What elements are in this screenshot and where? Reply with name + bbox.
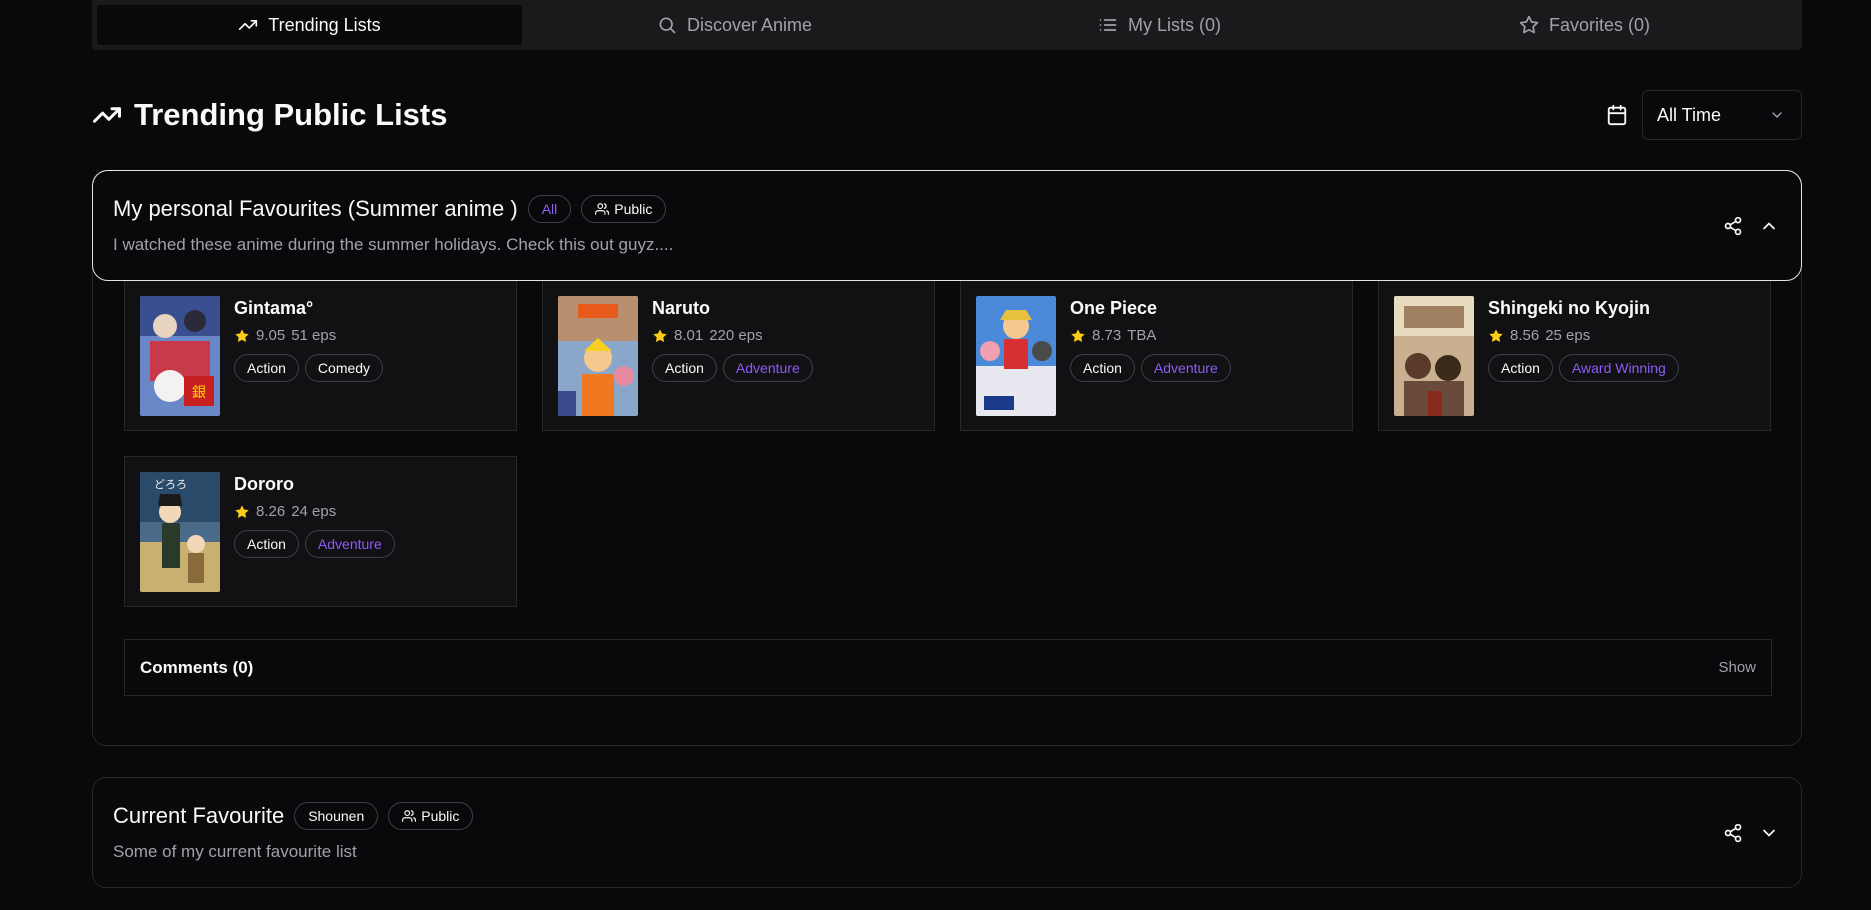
comments-label: Comments (0) <box>140 657 254 677</box>
share-icon[interactable] <box>1723 823 1743 843</box>
users-icon <box>402 810 417 822</box>
tab-discover-anime[interactable]: Discover Anime <box>522 5 947 45</box>
share-icon[interactable] <box>1723 216 1743 236</box>
anime-episodes: 51 eps <box>291 327 337 344</box>
visibility-badge: Public <box>581 195 667 223</box>
genre-tag: Adventure <box>304 530 395 558</box>
time-filter-select[interactable]: All Time <box>1642 90 1802 140</box>
list-description: I watched these anime during the summer … <box>113 235 674 254</box>
time-filter-value: All Time <box>1657 104 1722 125</box>
anime-episodes: 24 eps <box>291 503 337 520</box>
time-filter: All Time <box>1606 90 1802 140</box>
dororo-poster: どろろ <box>140 472 220 592</box>
category-badge: All <box>527 195 572 223</box>
svg-text:どろろ: どろろ <box>154 478 187 491</box>
genre-tag: Action <box>1488 354 1553 382</box>
anime-card-naruto[interactable]: Naruto 8.01 220 eps Action Adventure <box>542 281 935 431</box>
svg-text:銀: 銀 <box>192 385 206 401</box>
naruto-poster <box>558 296 638 416</box>
list-description: Some of my current favourite list <box>113 842 357 861</box>
tab-trending-lists[interactable]: Trending Lists <box>97 5 522 45</box>
star-icon <box>235 504 249 518</box>
page-header: Trending Public Lists All Time <box>92 90 1802 140</box>
chevron-down-icon[interactable] <box>1759 823 1779 843</box>
page-title-text: Trending Public Lists <box>134 97 448 132</box>
anime-score: 8.01 <box>674 327 704 344</box>
app-container: Trending Lists Discover Anime My Lists (… <box>92 0 1802 888</box>
list-title: Current Favourite <box>113 803 285 828</box>
anime-score: 8.56 <box>1510 327 1540 344</box>
tab-label: My Lists (0) <box>1127 14 1221 35</box>
comments-show-button[interactable]: Show <box>1718 659 1756 676</box>
anime-card-gintama[interactable]: 銀 Gintama° 9.05 51 eps Action Comedy <box>124 281 517 431</box>
comments-section: Comments (0) Show <box>124 639 1772 696</box>
anime-title: One Piece <box>1070 298 1158 318</box>
list-title: My personal Favourites (Summer anime ) <box>113 196 518 221</box>
search-icon <box>659 17 676 34</box>
users-icon <box>595 203 610 215</box>
star-icon <box>1071 328 1085 342</box>
anime-score: 8.73 <box>1092 327 1122 344</box>
star-icon <box>1519 15 1539 34</box>
list-icon <box>1099 19 1117 31</box>
shingeki-poster <box>1394 296 1474 416</box>
tab-my-lists[interactable]: My Lists (0) <box>947 5 1372 45</box>
anime-grid: 銀 Gintama° 9.05 51 eps Action Comedy Nar… <box>124 281 1772 607</box>
visibility-label: Public <box>421 808 460 824</box>
genre-tag: Action <box>1070 354 1135 382</box>
visibility-label: Public <box>614 201 653 217</box>
anime-episodes: TBA <box>1127 327 1157 344</box>
genre-tag: Award Winning <box>1558 354 1679 382</box>
tab-label: Trending Lists <box>268 14 381 35</box>
tab-favorites[interactable]: Favorites (0) <box>1372 5 1797 45</box>
genre-tag: Action <box>234 354 299 382</box>
anime-title: Dororo <box>234 474 294 494</box>
genre-tag: Adventure <box>1140 354 1231 382</box>
list-card-header[interactable]: My personal Favourites (Summer anime ) A… <box>92 170 1802 281</box>
star-icon <box>1489 328 1503 342</box>
one-piece-poster <box>976 296 1056 416</box>
star-icon <box>235 328 249 342</box>
anime-title: Gintama° <box>234 298 314 318</box>
gintama-poster: 銀 <box>140 296 220 416</box>
chevron-down-icon <box>1772 112 1782 118</box>
star-icon <box>653 328 667 342</box>
trending-up-icon <box>239 20 258 30</box>
tab-label: Favorites (0) <box>1548 14 1651 35</box>
genre-tag: Action <box>652 354 717 382</box>
calendar-icon <box>1607 104 1627 126</box>
anime-score: 9.05 <box>256 327 286 344</box>
chevron-up-icon[interactable] <box>1759 216 1779 236</box>
list-card[interactable]: Current Favourite Shounen Public Some of… <box>92 777 1802 888</box>
genre-tag: Comedy <box>304 354 384 382</box>
anime-card-one-piece[interactable]: One Piece 8.73 TBA Action Adventure <box>960 281 1353 431</box>
anime-score: 8.26 <box>256 503 286 520</box>
trending-up-icon <box>93 107 121 123</box>
anime-title: Naruto <box>652 298 710 318</box>
list-card: My personal Favourites (Summer anime ) A… <box>92 170 1802 746</box>
genre-tag: Action <box>234 530 299 558</box>
anime-title: Shingeki no Kyojin <box>1488 298 1651 318</box>
genre-tag: Adventure <box>722 354 813 382</box>
visibility-badge: Public <box>388 802 474 830</box>
tab-bar: Trending Lists Discover Anime My Lists (… <box>92 0 1802 50</box>
tab-label: Discover Anime <box>686 14 813 35</box>
anime-episodes: 220 eps <box>709 327 763 344</box>
anime-card-shingeki-no-kyojin[interactable]: Shingeki no Kyojin 8.56 25 eps Action Aw… <box>1378 281 1771 431</box>
page-title: Trending Public Lists <box>92 97 447 133</box>
category-badge: Shounen <box>294 802 379 830</box>
anime-episodes: 25 eps <box>1545 327 1591 344</box>
anime-card-dororo[interactable]: どろろ Dororo 8.26 24 eps Action Adventure <box>124 456 517 607</box>
